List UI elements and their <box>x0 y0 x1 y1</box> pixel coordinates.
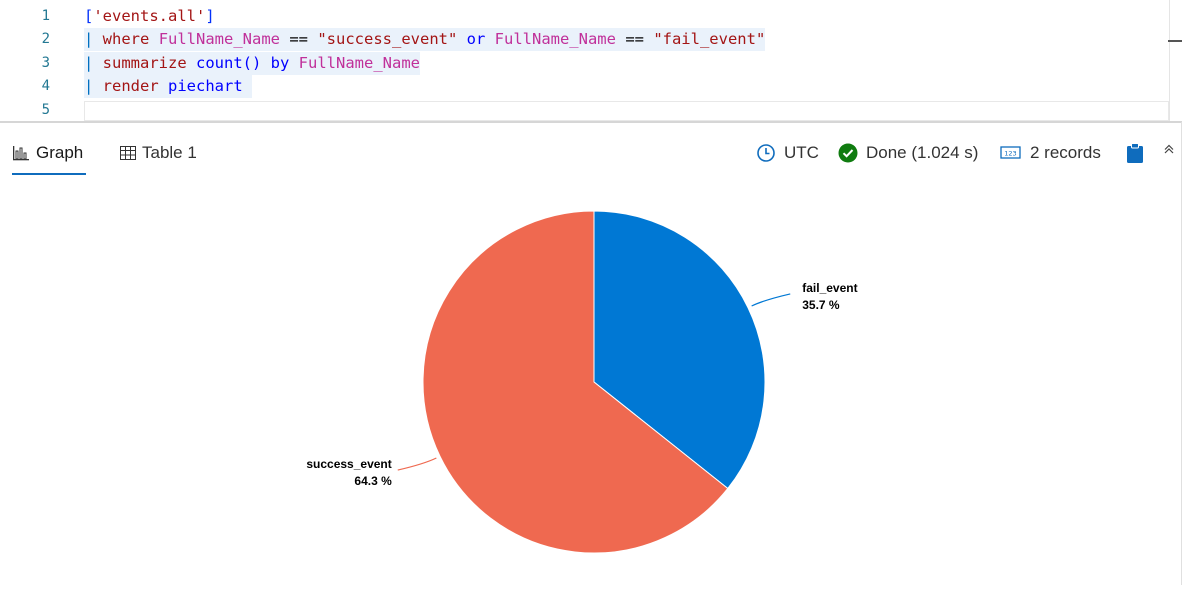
leader-line <box>751 293 791 307</box>
svg-text:123: 123 <box>1004 150 1016 158</box>
tab-table-1[interactable]: Table 1 <box>120 138 197 168</box>
code-token: where <box>102 30 150 48</box>
code-line-3[interactable]: | summarize count() by FullName_Name <box>84 52 420 75</box>
code-token: | <box>84 77 103 95</box>
code-token: [ <box>84 7 94 25</box>
status-text: Done (1.024 s) <box>866 143 979 162</box>
code-token: FullName_Name <box>158 30 281 48</box>
scrollbar-thumb[interactable] <box>1168 40 1182 42</box>
timezone-label: UTC <box>784 143 819 162</box>
check-circle-icon <box>838 143 858 163</box>
code-line-4[interactable]: | render piechart <box>84 75 253 98</box>
code-line-2[interactable]: | where FullName_Name == "success_event"… <box>84 28 766 51</box>
code-token: | <box>84 30 103 48</box>
slice-percentage: 64.3 % <box>354 474 392 488</box>
code-token: 'events.all' <box>93 7 206 25</box>
line-number: 1 <box>41 8 50 24</box>
chevron-up-double-icon <box>1163 143 1175 155</box>
code-token: FullName_Name <box>298 54 420 72</box>
slice-percentage: 35.7 % <box>802 298 840 312</box>
slice-label: success_event <box>306 457 391 471</box>
code-token: or <box>457 30 495 48</box>
line-number: 2 <box>41 31 50 47</box>
tab-graph[interactable]: Graph <box>12 133 86 175</box>
code-token: "success_event" <box>317 30 458 48</box>
line-number: 5 <box>41 102 50 118</box>
tab-label: Graph <box>36 143 84 162</box>
code-token: | <box>84 54 103 72</box>
timezone-selector[interactable]: UTC <box>756 140 819 166</box>
leader-line <box>397 457 437 471</box>
code-line-1[interactable]: ['events.all'] <box>84 5 215 28</box>
code-token: == <box>280 30 318 48</box>
records-text: 2 records <box>1030 143 1101 162</box>
code-token: summarize <box>102 54 187 72</box>
pie-chart: fail_event 35.7 % success_event 64.3 % <box>306 210 858 554</box>
current-line-highlight[interactable] <box>84 101 1169 121</box>
line-number: 3 <box>41 55 50 71</box>
code-token: ] <box>205 7 215 25</box>
line-number: 4 <box>41 78 50 94</box>
query-editor[interactable]: 1 2 3 4 5 ['events.all'] | where FullNam… <box>0 0 1182 122</box>
pie-chart-area: fail_event 35.7 % success_event 64.3 % <box>0 190 1182 585</box>
clock-icon <box>756 143 776 163</box>
code-token: by <box>261 54 299 72</box>
editor-scrollbar[interactable] <box>1169 0 1170 122</box>
code-token: == <box>615 30 654 48</box>
tab-label: Table 1 <box>142 143 197 162</box>
splitter[interactable] <box>0 121 1182 123</box>
slice-label: fail_event <box>802 281 857 295</box>
query-status: Done (1.024 s) <box>838 140 978 166</box>
code-token: piechart <box>168 77 243 95</box>
table-grid-icon <box>120 146 136 160</box>
clipboard-icon <box>1126 143 1144 164</box>
code-token: render <box>102 77 159 95</box>
records-count: 123 2 records <box>1000 140 1101 166</box>
code-token: FullName_Name <box>494 30 616 48</box>
bar-chart-icon <box>12 145 30 161</box>
code-token: "fail_event" <box>653 30 766 48</box>
copy-to-clipboard-button[interactable] <box>1126 143 1144 164</box>
collapse-results-button[interactable] <box>1163 143 1175 155</box>
number-badge-icon: 123 <box>1000 145 1022 161</box>
code-token: count() <box>196 54 262 72</box>
